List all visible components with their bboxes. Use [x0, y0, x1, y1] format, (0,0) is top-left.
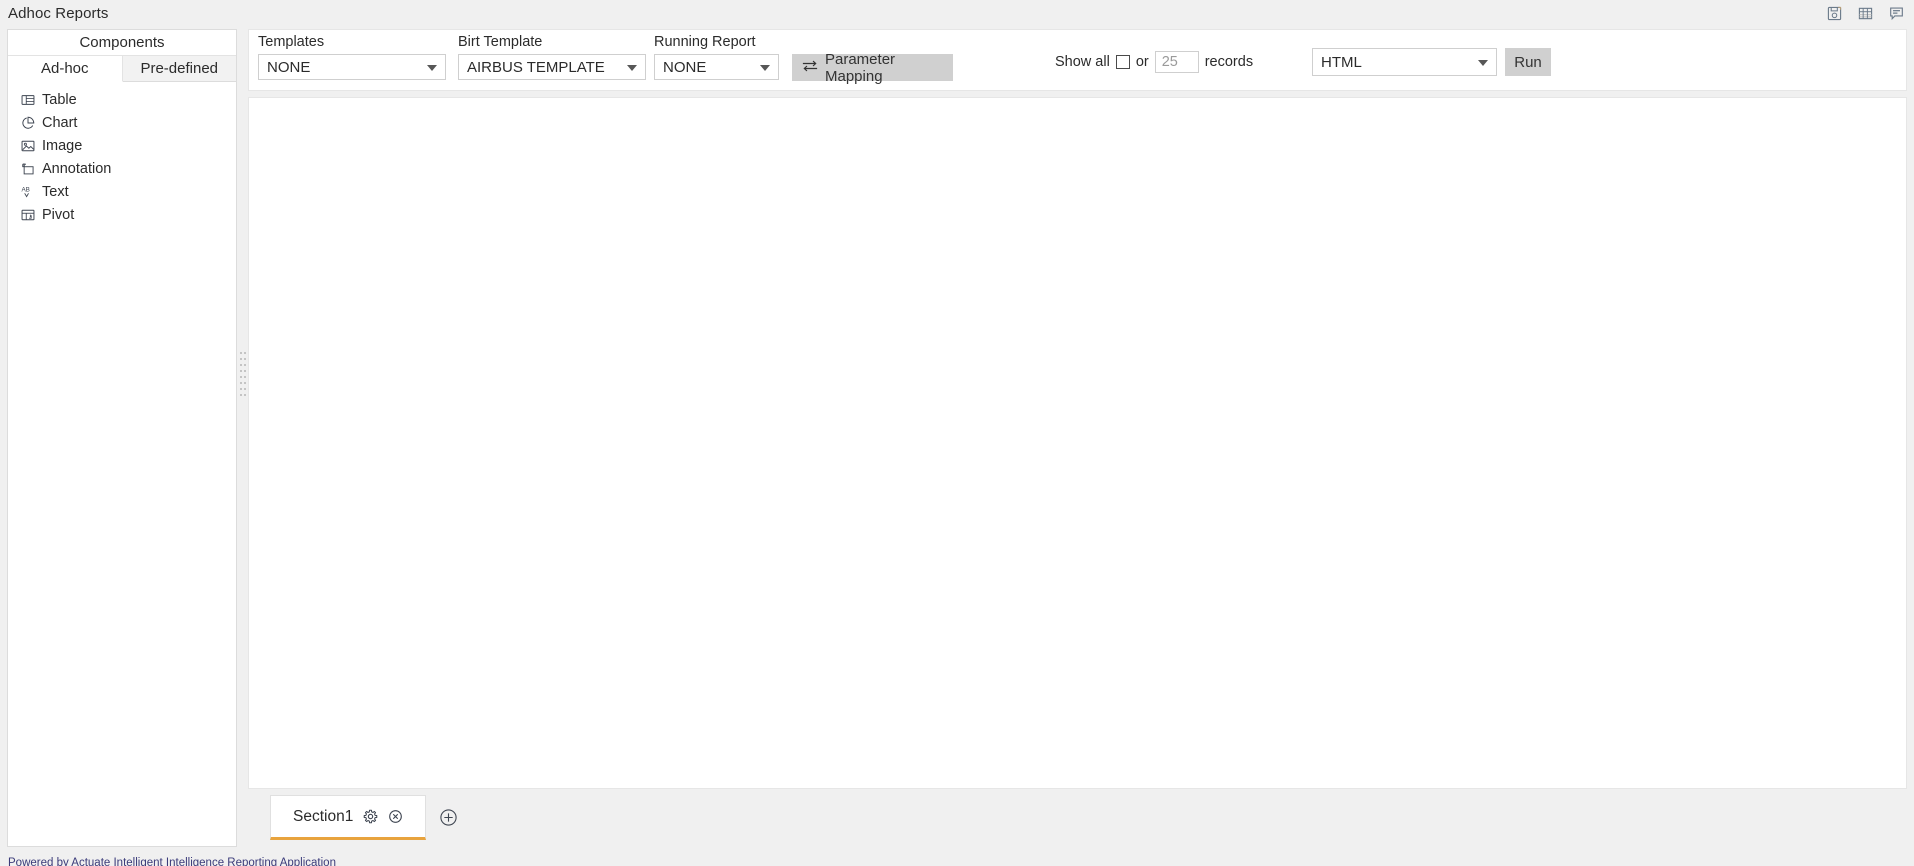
sidebar-item-text[interactable]: AB Text	[8, 180, 236, 203]
running-report-field: Running Report NONE	[654, 33, 779, 80]
section-tab-label: Section1	[293, 807, 354, 825]
pivot-icon	[20, 207, 35, 222]
section-tab-section1[interactable]: Section1	[270, 795, 427, 840]
components-panel-title: Components	[8, 30, 236, 56]
save-icon[interactable]	[1824, 3, 1844, 23]
run-button-label: Run	[1514, 53, 1542, 71]
running-report-value: NONE	[663, 58, 707, 76]
sidebar-item-label: Text	[42, 183, 69, 200]
chevron-down-icon	[427, 65, 437, 71]
comment-icon[interactable]	[1886, 3, 1906, 23]
sidebar-item-table[interactable]: Table	[8, 88, 236, 111]
annotation-icon	[20, 161, 35, 176]
chevron-down-icon	[627, 65, 637, 71]
table-grid-icon[interactable]	[1855, 3, 1875, 23]
splitter-grip-row	[239, 388, 246, 390]
records-label: records	[1204, 54, 1254, 70]
svg-text:AB: AB	[21, 186, 29, 193]
sidebar-item-label: Pivot	[42, 206, 75, 223]
splitter-grip-row	[239, 358, 246, 360]
sidebar-item-image[interactable]: Image	[8, 134, 236, 157]
sidebar-item-chart[interactable]: Chart	[8, 111, 236, 134]
section-tab-bar: Section1	[248, 795, 1907, 847]
sidebar-item-label: Image	[42, 137, 83, 154]
page-title: Adhoc Reports	[8, 5, 109, 22]
show-all-label: Show all	[1055, 54, 1110, 70]
sidebar-item-label: Annotation	[42, 160, 112, 177]
tab-ad-hoc[interactable]: Ad-hoc	[8, 56, 123, 82]
splitter-grip-row	[239, 376, 246, 378]
sidebar-item-label: Table	[42, 91, 77, 108]
run-button[interactable]: Run	[1505, 48, 1551, 76]
components-panel-tabs: Ad-hoc Pre-defined	[8, 56, 236, 82]
running-report-label: Running Report	[654, 34, 756, 50]
splitter-grip-row	[239, 370, 246, 372]
running-report-select[interactable]: NONE	[654, 54, 779, 80]
birt-template-label: Birt Template	[458, 34, 543, 50]
parameter-mapping-button[interactable]: Parameter Mapping	[792, 51, 953, 85]
splitter-grip-row	[239, 394, 246, 396]
components-panel: Components Ad-hoc Pre-defined Table Char…	[7, 29, 237, 847]
sidebar-item-pivot[interactable]: Pivot	[8, 203, 236, 226]
report-workspace: Templates NONE Birt Template AIRBUS TEMP…	[248, 29, 1907, 847]
show-all-checkbox[interactable]	[1115, 55, 1130, 69]
add-section-button[interactable]	[426, 795, 471, 840]
chevron-down-icon	[760, 65, 770, 71]
birt-template-value: AIRBUS TEMPLATE	[467, 58, 605, 76]
table-icon	[20, 92, 35, 107]
chevron-down-icon	[1478, 60, 1488, 66]
footer-credit: Powered by Actuate Intelligent Intellige…	[8, 857, 336, 866]
text-ab-icon: AB	[20, 184, 35, 199]
pie-chart-icon	[20, 115, 35, 130]
adhoc-reports-app: Adhoc Reports Components Ad-hoc Pre-defi…	[0, 0, 1914, 866]
splitter-grip-row	[239, 352, 246, 354]
image-icon	[20, 138, 35, 153]
sidebar-item-label: Chart	[42, 114, 78, 131]
or-label: or	[1135, 54, 1149, 70]
templates-field: Templates NONE	[258, 33, 446, 80]
component-list: Table Chart Image Annotation AB Text Piv…	[8, 82, 236, 226]
parameter-mapping-label: Parameter Mapping	[825, 50, 896, 85]
birt-template-field: Birt Template AIRBUS TEMPLATE	[458, 33, 646, 80]
output-format-select[interactable]: HTML	[1312, 48, 1497, 76]
splitter-grip-row	[239, 382, 246, 384]
report-canvas[interactable]	[248, 97, 1907, 789]
gear-icon[interactable]	[362, 809, 378, 825]
splitter-grip-row	[239, 364, 246, 366]
show-all-group: Show all or records	[1055, 51, 1253, 73]
templates-label: Templates	[258, 34, 325, 50]
sidebar-item-annotation[interactable]: Annotation	[8, 157, 236, 180]
records-input[interactable]	[1154, 51, 1199, 73]
tab-pre-defined[interactable]: Pre-defined	[122, 56, 236, 81]
templates-value: NONE	[267, 58, 311, 76]
templates-select[interactable]: NONE	[258, 54, 446, 80]
panel-splitter[interactable]	[238, 350, 247, 398]
report-toolbar: Templates NONE Birt Template AIRBUS TEMP…	[248, 29, 1907, 91]
birt-template-select[interactable]: AIRBUS TEMPLATE	[458, 54, 646, 80]
title-bar: Adhoc Reports	[0, 0, 1914, 28]
swap-arrows-icon	[802, 59, 818, 77]
title-bar-icons	[1824, 3, 1906, 23]
close-icon[interactable]	[387, 809, 403, 825]
output-format-value: HTML	[1321, 53, 1362, 71]
